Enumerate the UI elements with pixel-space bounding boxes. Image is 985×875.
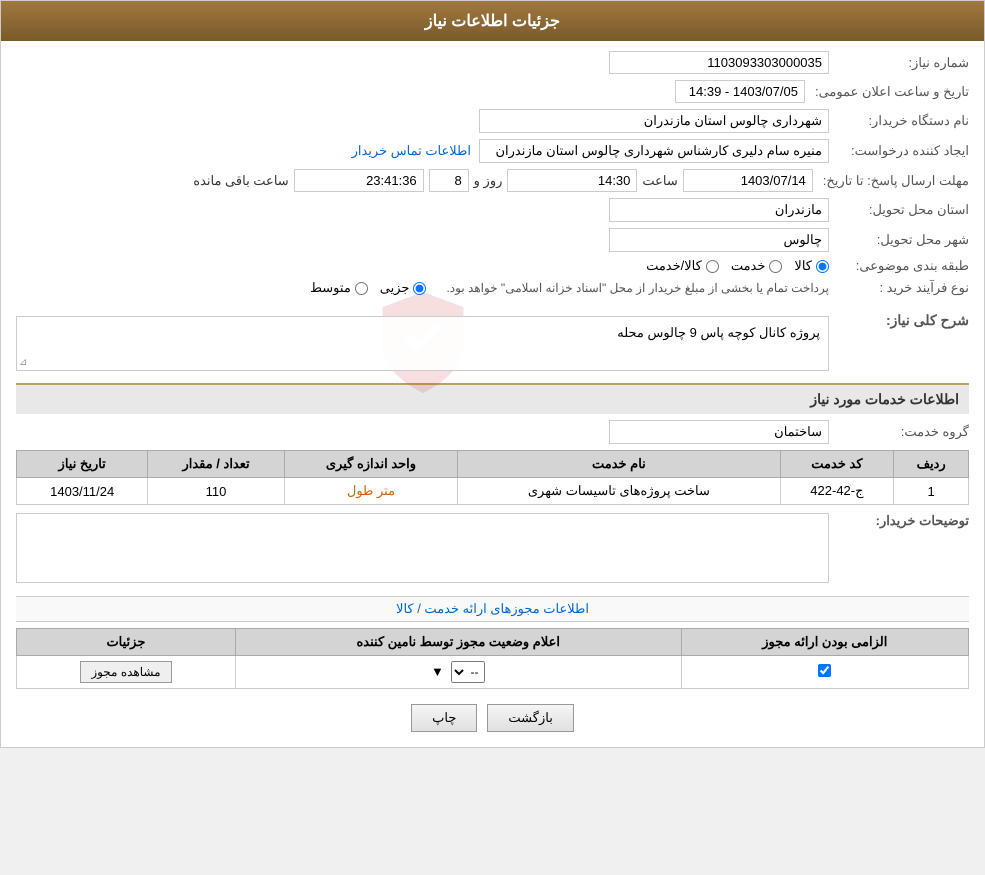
col-qty: تعداد / مقدار (148, 451, 284, 478)
category-option-kala[interactable]: کالا (794, 258, 829, 274)
category-row: طبقه بندی موضوعی: کالا/خدمت خدمت کالا (16, 258, 969, 274)
buyer-notes-row: توضیحات خریدار: (16, 513, 969, 586)
need-desc-box: پروژه کانال کوچه پاس 9 چالوس محله ⊿ (16, 316, 829, 371)
creator-row: ایجاد کننده درخواست: منیره سام دلیری کار… (16, 139, 969, 163)
print-button[interactable]: چاپ (411, 704, 477, 732)
table-row: 1 ج-42-422 ساخت پروژه‌های تاسیسات شهری م… (17, 478, 969, 505)
perm-col-required: الزامی بودن ارائه مجوز (681, 629, 968, 656)
need-section: شرح کلی نیاز: پروژه کانال کوچه پاس 9 چال… (1, 312, 984, 375)
province-label: استان محل تحویل: (829, 202, 969, 218)
perm-required-checkbox[interactable] (818, 664, 831, 677)
creator-contact-link[interactable]: اطلاعات تماس خریدار (352, 143, 471, 159)
province-value: مازندران (609, 198, 829, 222)
creator-value: منیره سام دلیری کارشناس شهرداری چالوس اس… (479, 139, 829, 163)
purchase-radio-group: متوسط جزیی (310, 280, 427, 296)
group-label: گروه خدمت: (829, 424, 969, 440)
date-label: تاریخ و ساعت اعلان عمومی: (805, 84, 969, 100)
need-desc-row: شرح کلی نیاز: پروژه کانال کوچه پاس 9 چال… (16, 312, 969, 375)
view-license-button[interactable]: مشاهده مجوز (80, 661, 171, 683)
purchase-type-label: نوع فرآیند خرید : (829, 280, 969, 296)
page-wrapper: جزئیات اطلاعات نیاز شماره نیاز: 11030933… (0, 0, 985, 748)
cell-row: 1 (894, 478, 969, 505)
deadline-remaining-label: ساعت باقی مانده (193, 173, 288, 189)
page-header: جزئیات اطلاعات نیاز (1, 1, 984, 41)
cell-date: 1403/11/24 (17, 478, 148, 505)
col-unit: واحد اندازه گیری (284, 451, 458, 478)
cell-code: ج-42-422 (780, 478, 894, 505)
services-table: ردیف کد خدمت نام خدمت واحد اندازه گیری ت… (16, 450, 969, 505)
need-desc-text: پروژه کانال کوچه پاس 9 چالوس محله (25, 325, 820, 341)
deadline-days: 8 (429, 169, 469, 192)
perm-required-cell (681, 656, 968, 689)
category-option-khedmat[interactable]: خدمت (731, 258, 783, 274)
tender-number-value: 1103093303000035 (609, 51, 829, 74)
city-value: چالوس (609, 228, 829, 252)
date-row: تاریخ و ساعت اعلان عمومی: 1403/07/05 - 1… (16, 80, 969, 103)
cell-qty: 110 (148, 478, 284, 505)
deadline-time: 14:30 (507, 169, 637, 192)
header-title: جزئیات اطلاعات نیاز (425, 13, 560, 30)
tender-number-row: شماره نیاز: 1103093303000035 (16, 51, 969, 74)
purchase-note: پرداخت تمام یا بخشی از مبلغ خریدار از مح… (446, 281, 829, 295)
buyer-value: شهرداری چالوس استان مازندران (479, 109, 829, 133)
buyer-notes-label: توضیحات خریدار: (829, 513, 969, 529)
date-value: 1403/07/05 - 14:39 (675, 80, 805, 103)
category-option-kala-khedmat[interactable]: کالا/خدمت (646, 258, 719, 274)
buyer-row: نام دستگاه خریدار: شهرداری چالوس استان م… (16, 109, 969, 133)
perm-table-row: -- ▼ مشاهده مجوز (17, 656, 969, 689)
services-section: اطلاعات خدمات مورد نیاز گروه خدمت: ساختم… (1, 383, 984, 586)
need-desc-label: شرح کلی نیاز: (829, 312, 969, 329)
main-section: شماره نیاز: 1103093303000035 تاریخ و ساع… (1, 41, 984, 312)
back-button[interactable]: بازگشت (487, 704, 573, 732)
perm-col-details: جزئیات (17, 629, 236, 656)
city-row: شهر محل تحویل: چالوس (16, 228, 969, 252)
need-desc-container: پروژه کانال کوچه پاس 9 چالوس محله ⊿ (16, 312, 829, 375)
col-date: تاریخ نیاز (17, 451, 148, 478)
purchase-type-area: متوسط جزیی پرداخت تمام یا بخشی از مبلغ خ… (310, 280, 829, 296)
permissions-section: اطلاعات مجوزهای ارائه خدمت / کالا الزامی… (1, 596, 984, 689)
category-label: طبقه بندی موضوعی: (829, 258, 969, 274)
purchase-option-jozii[interactable]: جزیی (380, 280, 427, 296)
services-title: اطلاعات خدمات مورد نیاز (16, 383, 969, 414)
col-code: کد خدمت (780, 451, 894, 478)
deadline-date: 1403/07/14 (683, 169, 813, 192)
buyer-label: نام دستگاه خریدار: (829, 113, 969, 129)
deadline-time-label: ساعت (642, 173, 677, 189)
cell-name: ساخت پروژه‌های تاسیسات شهری (458, 478, 780, 505)
perm-details-cell: مشاهده مجوز (17, 656, 236, 689)
col-row: ردیف (894, 451, 969, 478)
deadline-label: مهلت ارسال پاسخ: تا تاریخ: (813, 173, 969, 189)
province-row: استان محل تحویل: مازندران (16, 198, 969, 222)
deadline-days-label: روز و (474, 173, 503, 189)
permissions-title: اطلاعات مجوزهای ارائه خدمت / کالا (16, 596, 969, 622)
group-value: ساختمان (609, 420, 829, 444)
group-row: گروه خدمت: ساختمان (16, 420, 969, 444)
perm-col-status: اعلام وضعیت مجوز توسط نامین کننده (235, 629, 681, 656)
tender-number-label: شماره نیاز: (829, 55, 969, 71)
permissions-table: الزامی بودن ارائه مجوز اعلام وضعیت مجوز … (16, 628, 969, 689)
category-radio-group: کالا/خدمت خدمت کالا (646, 258, 829, 274)
resize-icon: ⊿ (19, 357, 27, 368)
purchase-type-row: نوع فرآیند خرید : متوسط جزیی پرداخت تمام… (16, 280, 969, 296)
cell-unit: متر طول (284, 478, 458, 505)
deadline-remaining: 23:41:36 (294, 169, 424, 192)
col-name: نام خدمت (458, 451, 780, 478)
perm-status-cell: -- ▼ (235, 656, 681, 689)
buyer-notes-textarea[interactable] (16, 513, 829, 583)
creator-label: ایجاد کننده درخواست: (829, 143, 969, 159)
deadline-fields: 1403/07/14 ساعت 14:30 روز و 8 23:41:36 س… (193, 169, 813, 192)
deadline-row: مهلت ارسال پاسخ: تا تاریخ: 1403/07/14 سا… (16, 169, 969, 192)
city-label: شهر محل تحویل: (829, 232, 969, 248)
perm-status-arrow: ▼ (431, 664, 444, 679)
buyer-notes-container (16, 513, 829, 586)
perm-status-select[interactable]: -- (451, 661, 485, 683)
purchase-option-motavaset[interactable]: متوسط (310, 280, 368, 296)
button-group: بازگشت چاپ (1, 689, 984, 747)
